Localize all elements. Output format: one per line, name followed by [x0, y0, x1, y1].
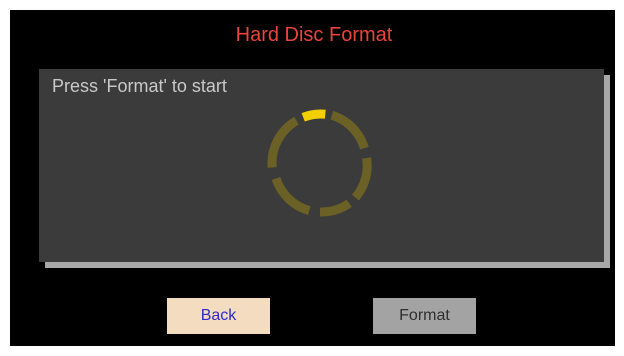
- dialog-title: Hard Disc Format: [235, 24, 393, 46]
- spinner-segment-5: [271, 176, 311, 215]
- status-text: Press 'Format' to start: [52, 76, 227, 96]
- spinner-segment-4: [319, 199, 352, 217]
- spinner-segment-3: [351, 157, 372, 201]
- spinner-segment-1: [301, 109, 326, 122]
- spinner-segment-2: [330, 110, 369, 150]
- loading-spinner-icon: [263, 105, 379, 221]
- spinner-segment-6: [267, 116, 299, 168]
- status-panel: Press 'Format' to start: [39, 69, 604, 262]
- back-button[interactable]: Back: [167, 298, 270, 334]
- format-button[interactable]: Format: [373, 298, 476, 334]
